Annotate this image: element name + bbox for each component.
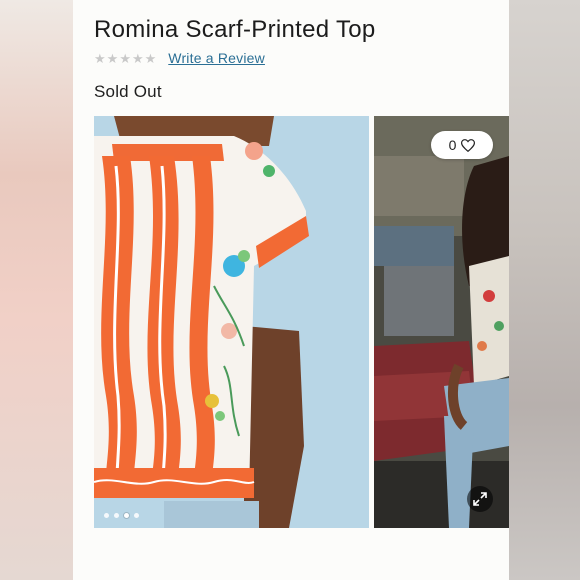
rating-row: ★ ★ ★ ★ ★ Write a Review — [94, 49, 265, 67]
write-review-link[interactable]: Write a Review — [168, 50, 265, 66]
product-photo-front-image — [94, 116, 369, 528]
star-icon: ★ — [106, 50, 119, 66]
like-count: 0 — [448, 137, 457, 153]
backdrop-right — [509, 0, 580, 580]
carousel-dot[interactable] — [104, 513, 109, 518]
expand-button[interactable] — [467, 486, 493, 512]
product-photo-front[interactable] — [94, 116, 369, 528]
star-icon: ★ — [144, 50, 157, 66]
product-photo-lifestyle[interactable]: 0 — [374, 116, 509, 528]
stock-status: Sold Out — [94, 82, 162, 101]
product-photo-lifestyle-image — [374, 116, 509, 528]
carousel-dot[interactable] — [114, 513, 119, 518]
star-icon: ★ — [131, 50, 144, 66]
heart-icon — [461, 138, 476, 152]
carousel-dots[interactable] — [104, 513, 139, 518]
expand-icon — [473, 492, 487, 506]
like-button[interactable]: 0 — [431, 131, 493, 159]
product-title: Romina Scarf-Printed Top — [94, 16, 376, 43]
star-icon: ★ — [94, 50, 106, 66]
carousel-dot[interactable] — [134, 513, 139, 518]
backdrop-left — [0, 0, 73, 580]
carousel-dot-active[interactable] — [124, 513, 129, 518]
star-rating[interactable]: ★ ★ ★ ★ ★ — [94, 52, 156, 65]
product-gallery[interactable]: 0 — [94, 116, 509, 528]
star-icon: ★ — [119, 50, 131, 66]
product-page: Romina Scarf-Printed Top ★ ★ ★ ★ ★ Write… — [73, 0, 509, 580]
